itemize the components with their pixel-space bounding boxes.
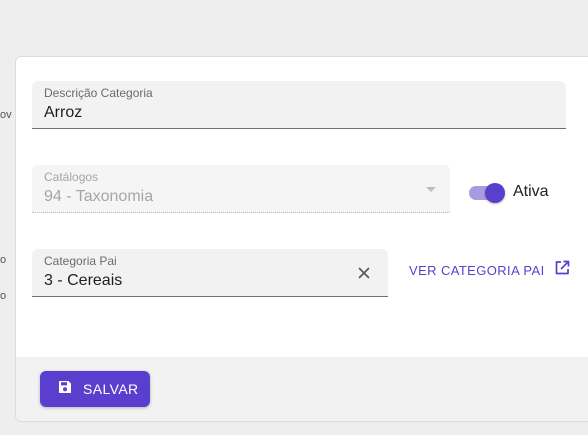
catalogos-select: Catálogos 94 - Taxonomia — [32, 165, 450, 213]
ativa-toggle[interactable] — [467, 182, 507, 204]
ver-categoria-pai-label: VER CATEGORIA PAI — [409, 262, 545, 278]
category-form-card: Descrição Categoria Arroz Catálogos 94 -… — [15, 56, 588, 422]
ativa-label: Ativa — [513, 183, 549, 200]
save-button[interactable]: SALVAR — [40, 371, 150, 407]
dropdown-caret-icon — [426, 187, 436, 192]
catalogos-value: 94 - Taxonomia — [44, 188, 154, 205]
categoria-pai-value[interactable]: 3 - Cereais — [44, 272, 122, 290]
ver-categoria-pai-button[interactable]: VER CATEGORIA PAI — [409, 259, 571, 281]
left-panel-fragment-2: o — [0, 254, 7, 266]
descricao-categoria-field[interactable]: Descrição Categoria Arroz — [32, 81, 566, 129]
categoria-pai-field[interactable]: Categoria Pai 3 - Cereais — [32, 249, 388, 297]
categoria-pai-label: Categoria Pai — [44, 254, 117, 268]
left-panel-fragment-3: o — [0, 290, 7, 302]
descricao-categoria-value[interactable]: Arroz — [44, 104, 82, 122]
save-button-label: SALVAR — [83, 381, 139, 397]
toggle-thumb — [485, 183, 505, 203]
left-panel-fragment-1: ov — [0, 109, 12, 121]
save-icon — [57, 379, 73, 400]
descricao-categoria-label: Descrição Categoria — [44, 86, 153, 100]
form-footer: SALVAR — [16, 357, 588, 421]
clear-icon[interactable] — [354, 263, 374, 283]
open-in-new-icon — [553, 259, 571, 282]
catalogos-label: Catálogos — [44, 170, 99, 184]
